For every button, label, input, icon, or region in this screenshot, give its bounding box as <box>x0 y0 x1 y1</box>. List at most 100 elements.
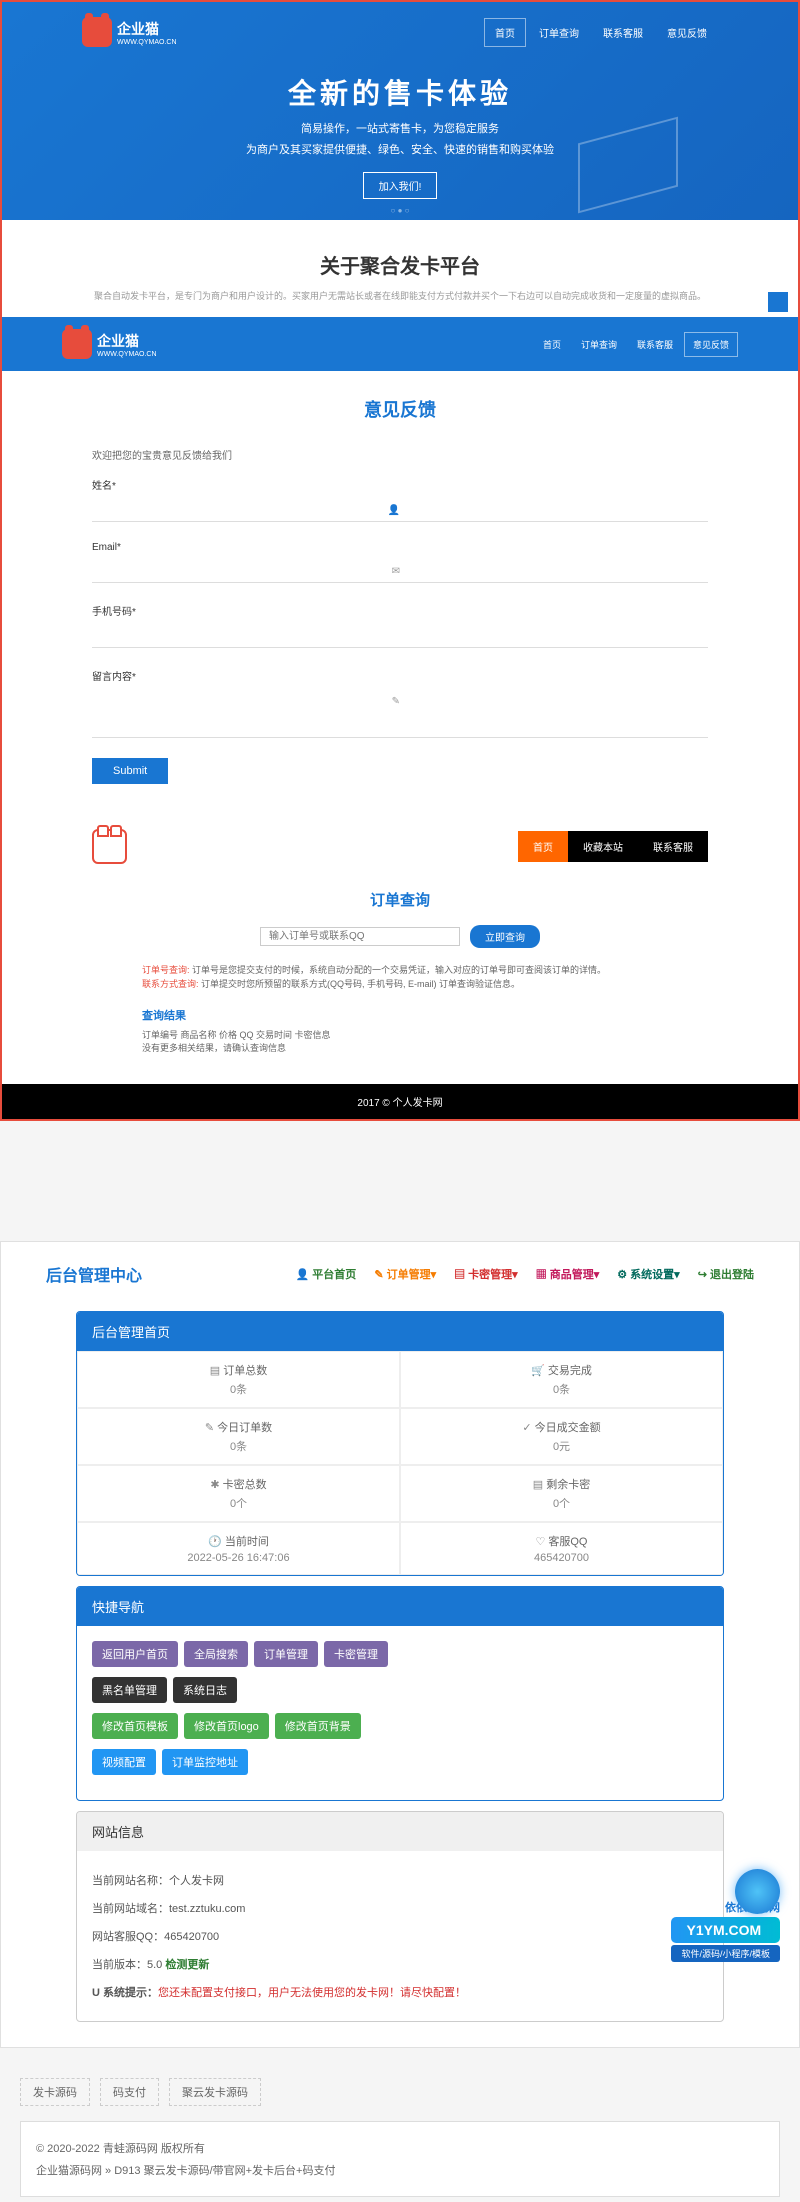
hero-title: 全新的售卡体验 <box>2 72 798 112</box>
admin-nav-item[interactable]: ▤ 卡密管理▾ <box>454 1266 518 1282</box>
stat-cell: ▤订单总数0条 <box>77 1351 400 1408</box>
nav-home[interactable]: 首页 <box>484 18 526 47</box>
stat-cell: ✎今日订单数0条 <box>77 1408 400 1465</box>
quicknav-tag[interactable]: 视频配置 <box>92 1749 156 1775</box>
submit-button[interactable]: Submit <box>92 758 168 784</box>
order-nav-fav[interactable]: 收藏本站 <box>568 831 638 862</box>
mail-icon: ✉ <box>392 566 400 577</box>
feedback-section: 企业猫 WWW.QYMAO.CN 首页 订单查询 联系客服 意见反馈 意见反馈 … <box>0 317 800 1121</box>
search-button[interactable]: 立即查询 <box>470 925 540 948</box>
tag-row-3: 修改首页模板修改首页logo修改首页背景 <box>92 1713 708 1739</box>
order-logo-cat-icon[interactable] <box>92 829 127 864</box>
check-update-link[interactable]: 检测更新 <box>165 1959 209 1971</box>
admin-nav-item[interactable]: ⚙ 系统设置▾ <box>617 1266 679 1282</box>
stat-cell: ✱卡密总数0个 <box>77 1465 400 1522</box>
quicknav-panel: 快捷导航 返回用户首页全局搜索订单管理卡密管理 黑名单管理系统日志 修改首页模板… <box>76 1586 724 1801</box>
join-button[interactable]: 加入我们! <box>363 172 438 199</box>
quicknav-tag[interactable]: 修改首页模板 <box>92 1713 178 1739</box>
email-input[interactable]: ✉ <box>92 558 708 583</box>
order-section: 首页 收藏本站 联系客服 订单查询 立即查询 订单号查询: 订单号是您提交支付的… <box>2 814 798 1054</box>
stat-cell: 🕐当前时间2022-05-26 16:47:06 <box>77 1522 400 1575</box>
hero-content: 全新的售卡体验 简易操作，一站式寄售卡，为您稳定服务 为商户及其买家提供便捷、绿… <box>2 62 798 199</box>
form-description: 欢迎把您的宝贵意见反馈给我们 <box>92 447 708 462</box>
order-nav: 首页 收藏本站 联系客服 <box>92 829 708 864</box>
admin-nav-item[interactable]: ▦ 商品管理▾ <box>536 1266 600 1282</box>
carousel-dots[interactable]: ○ ● ○ <box>391 206 410 215</box>
admin-nav-item[interactable]: ↪ 退出登陆 <box>698 1266 754 1282</box>
logo-cat-icon <box>82 17 112 47</box>
hero-subtitle-2: 为商户及其买家提供便捷、绿色、安全、快速的销售和购买体验 <box>2 141 798 157</box>
footer-tags: 发卡源码 码支付 聚云发卡源码 <box>0 2048 800 2116</box>
info1-label: 订单号查询: <box>142 965 190 975</box>
siteinfo-panel: 网站信息 当前网站名称：个人发卡网当前网站域名：test.zztuku.com网… <box>76 1811 724 2022</box>
logo-subtitle: WWW.QYMAO.CN <box>117 39 177 46</box>
quicknav-tag[interactable]: 订单管理 <box>254 1641 318 1667</box>
logo[interactable]: 企业猫 WWW.QYMAO.CN <box>82 17 177 47</box>
feedback-nav-items: 首页 订单查询 联系客服 意见反馈 <box>534 332 738 357</box>
info-row: 当前网站域名：test.zztuku.com <box>92 1894 708 1922</box>
content-textarea[interactable]: ✎ <box>92 688 708 738</box>
content-label: 留言内容* <box>92 668 708 683</box>
watermark-text: Y1YM.COM <box>671 1917 780 1943</box>
info2-label: 联系方式查询: <box>142 979 199 989</box>
hero-section: 企业猫 WWW.QYMAO.CN 首页 订单查询 联系客服 意见反馈 全新的售卡… <box>0 0 800 220</box>
order-title: 订单查询 <box>92 864 708 925</box>
feedback-title: 意见反馈 <box>2 371 798 447</box>
admin-nav-item[interactable]: ✎ 订单管理▾ <box>374 1266 436 1282</box>
siteinfo-body: 当前网站名称：个人发卡网当前网站域名：test.zztuku.com网站客服QQ… <box>77 1851 723 2021</box>
fb-nav-order[interactable]: 订单查询 <box>572 332 626 357</box>
stat-cell: 🛒交易完成0条 <box>400 1351 723 1408</box>
order-nav-home[interactable]: 首页 <box>518 831 568 862</box>
hero-subtitle-1: 简易操作，一站式寄售卡，为您稳定服务 <box>2 120 798 136</box>
quicknav-tag[interactable]: 修改首页logo <box>184 1713 269 1739</box>
info-row: 当前网站名称：个人发卡网 <box>92 1866 708 1894</box>
admin-nav: 👤 平台首页 ✎ 订单管理▾ ▤ 卡密管理▾ ▦ 商品管理▾ ⚙ 系统设置▾ ↪ 退出登陆 <box>296 1266 754 1282</box>
footer-tag[interactable]: 发卡源码 <box>20 2078 90 2106</box>
logo-subtitle: WWW.QYMAO.CN <box>97 351 157 358</box>
result-header: 订单编号 商品名称 价格 QQ 交易时间 卡密信息 <box>92 1028 708 1041</box>
quicknav-tag[interactable]: 全局搜索 <box>184 1641 248 1667</box>
edit-icon: ✎ <box>392 696 400 707</box>
hero-nav: 企业猫 WWW.QYMAO.CN 首页 订单查询 联系客服 意见反馈 <box>2 2 798 62</box>
quicknav-tag[interactable]: 订单监控地址 <box>162 1749 248 1775</box>
quicknav-tag[interactable]: 卡密管理 <box>324 1641 388 1667</box>
footer-tag[interactable]: 码支付 <box>100 2078 159 2106</box>
admin-title: 后台管理中心 <box>46 1262 142 1286</box>
footer-tag[interactable]: 聚云发卡源码 <box>169 2078 261 2106</box>
fb-nav-contact[interactable]: 联系客服 <box>628 332 682 357</box>
admin-nav-item[interactable]: 👤 平台首页 <box>296 1266 357 1282</box>
dashboard-panel: 后台管理首页 ▤订单总数0条🛒交易完成0条✎今日订单数0条✓今日成交金额0元✱卡… <box>76 1311 724 1576</box>
stat-cell: ✓今日成交金额0元 <box>400 1408 723 1465</box>
siteinfo-title: 网站信息 <box>77 1812 723 1851</box>
info1-text: 订单号是您提交支付的时候，系统自动分配的一个交易凭证，输入对应的订单号即可查阅该… <box>192 965 606 975</box>
result-title: 查询结果 <box>142 1007 708 1023</box>
nav-contact[interactable]: 联系客服 <box>592 18 654 47</box>
admin-header: 后台管理中心 👤 平台首页 ✎ 订单管理▾ ▤ 卡密管理▾ ▦ 商品管理▾ ⚙ 系统设置… <box>16 1257 784 1301</box>
name-input[interactable]: 👤 <box>92 497 708 522</box>
about-title: 关于聚合发卡平台 <box>22 250 778 279</box>
person-icon: 👤 <box>388 505 400 516</box>
fb-nav-home[interactable]: 首页 <box>534 332 570 357</box>
copyright-text: © 2020-2022 青蛙源码网 版权所有 <box>36 2137 764 2159</box>
search-info: 订单号查询: 订单号是您提交支付的时候，系统自动分配的一个交易凭证，输入对应的订… <box>92 963 708 992</box>
copyright-footer: 2017 © 个人发卡网 <box>2 1084 798 1119</box>
scroll-top-button[interactable] <box>768 292 788 312</box>
tag-row-4: 视频配置订单监控地址 <box>92 1749 708 1775</box>
nav-feedback[interactable]: 意见反馈 <box>656 18 718 47</box>
phone-input[interactable] <box>92 623 708 648</box>
watermark: 依依源码网 Y1YM.COM 软件/源码/小程序/模板 <box>671 1899 780 1962</box>
order-nav-contact[interactable]: 联系客服 <box>638 831 708 862</box>
quicknav-tag[interactable]: 修改首页背景 <box>275 1713 361 1739</box>
name-label: 姓名* <box>92 477 708 492</box>
about-section: 关于聚合发卡平台 聚合自动发卡平台，是专门为商户和用户设计的。买家用户无需站长或… <box>0 220 800 317</box>
dashboard-panel-title: 后台管理首页 <box>77 1312 723 1351</box>
quicknav-tag[interactable]: 系统日志 <box>173 1677 237 1703</box>
quicknav-tag[interactable]: 黑名单管理 <box>92 1677 167 1703</box>
nav-order[interactable]: 订单查询 <box>528 18 590 47</box>
quicknav-tag[interactable]: 返回用户首页 <box>92 1641 178 1667</box>
hero-nav-items: 首页 订单查询 联系客服 意见反馈 <box>484 18 718 47</box>
fb-nav-feedback[interactable]: 意见反馈 <box>684 332 738 357</box>
feedback-logo[interactable]: 企业猫 WWW.QYMAO.CN <box>62 329 157 359</box>
logo-text: 企业猫 <box>117 21 159 37</box>
order-search-input[interactable] <box>260 927 460 946</box>
